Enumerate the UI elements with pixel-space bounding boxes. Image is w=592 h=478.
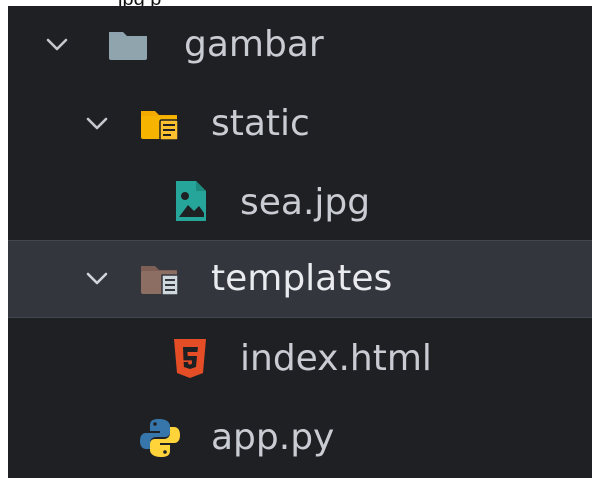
chevron-down-icon[interactable] [86,113,108,135]
screenshot-frame: jpg p gambar [0,0,592,478]
file-explorer-tree: gambar static sea.jpg templates index.ht… [8,6,592,478]
image-file-icon [176,181,206,221]
html5-icon [174,339,206,378]
tree-item-label: templates [211,258,393,299]
python-icon [140,419,180,457]
folder-icon [109,32,147,60]
tree-item-templates[interactable]: templates [8,240,592,318]
chevron-down-icon[interactable] [86,268,108,290]
tree-item-index-html[interactable]: index.html [8,320,592,398]
chevron-down-icon[interactable] [46,34,68,56]
tree-item-gambar[interactable]: gambar [8,6,592,84]
tree-item-app-py[interactable]: app.py [8,399,592,477]
tree-item-label: index.html [240,338,432,379]
tree-item-static[interactable]: static [8,85,592,163]
tree-item-label: static [211,103,310,144]
folder-static-icon [141,111,179,141]
tree-item-label: app.py [211,417,335,458]
tree-item-label: gambar [184,24,324,65]
tree-item-sea-jpg[interactable]: sea.jpg [8,164,592,242]
folder-templates-icon [141,266,179,296]
tree-item-label: sea.jpg [240,182,371,223]
